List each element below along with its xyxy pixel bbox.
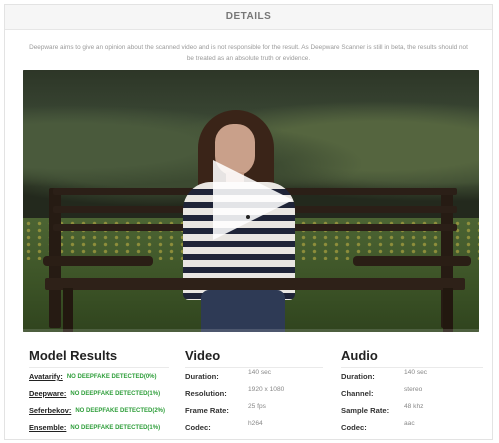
info-label: Frame Rate:	[185, 406, 229, 415]
video-progress-bar[interactable]	[23, 329, 479, 332]
play-icon[interactable]	[213, 160, 293, 240]
disclaimer-text: Deepware aims to give an opinion about t…	[29, 44, 468, 62]
model-results-column: Model Results Avatarify: NO DEEPFAKE DETE…	[29, 348, 169, 436]
video-player[interactable]	[23, 70, 479, 332]
play-cursor	[246, 215, 250, 219]
bench-leg	[443, 288, 453, 332]
info-label: Resolution:	[185, 389, 227, 398]
video-info-column: Video Duration: 140 sec Resolution: 1920 x …	[185, 348, 323, 436]
audio-info-column: Audio Duration: 140 sec Channel: stereo Samp…	[341, 348, 483, 436]
deepfake-status-badge: NO DEEPFAKE DETECTED(2%)	[75, 407, 165, 414]
deepfake-status-badge: NO DEEPFAKE DETECTED(1%)	[70, 424, 161, 431]
info-label: Duration:	[185, 372, 219, 381]
info-label: Codec:	[341, 423, 367, 432]
video-info-row: Resolution: 1920 x 1080	[185, 385, 323, 402]
details-header: DETAILS	[5, 5, 492, 30]
bench-seat	[45, 278, 465, 290]
model-name-link[interactable]: Avatarify:	[29, 372, 63, 381]
video-info-row: Codec: h264	[185, 419, 323, 436]
deepfake-status-badge: NO DEEPFAKE DETECTED(0%)	[66, 373, 157, 380]
details-panel: DETAILS Deepware aims to give an opinion…	[4, 4, 493, 440]
info-label: Channel:	[341, 389, 374, 398]
info-value: h264	[248, 420, 263, 427]
info-value: 140 sec	[404, 369, 428, 376]
model-name-link[interactable]: Ensemble:	[29, 423, 66, 432]
audio-info-row: Codec: aac	[341, 419, 483, 436]
model-result-row: Ensemble: NO DEEPFAKE DETECTED(1%)	[29, 419, 169, 436]
model-result-row: Avatarify: NO DEEPFAKE DETECTED(0%)	[29, 368, 169, 385]
info-value: 25 fps	[248, 403, 266, 410]
video-info-row: Frame Rate: 25 fps	[185, 402, 323, 419]
info-label: Duration:	[341, 372, 375, 381]
info-value: 48 khz	[404, 403, 424, 410]
info-value: stereo	[404, 386, 423, 393]
model-result-row: Seferbekov: NO DEEPFAKE DETECTED(2%)	[29, 402, 169, 419]
bench-arm-left	[43, 256, 153, 266]
video-info-title: Video	[185, 348, 323, 368]
audio-info-row: Duration: 140 sec	[341, 368, 483, 385]
bench-arm-right	[353, 256, 471, 266]
info-label: Sample Rate:	[341, 406, 390, 415]
info-value: 1920 x 1080	[248, 386, 285, 393]
model-results-title: Model Results	[29, 348, 169, 368]
audio-info-row: Channel: stereo	[341, 385, 483, 402]
audio-info-row: Sample Rate: 48 khz	[341, 402, 483, 419]
audio-info-title: Audio	[341, 348, 483, 368]
deepfake-status-badge: NO DEEPFAKE DETECTED(1%)	[70, 390, 161, 397]
info-value: aac	[404, 420, 415, 427]
info-label: Codec:	[185, 423, 211, 432]
info-value: 140 sec	[248, 369, 272, 376]
model-result-row: Deepware: NO DEEPFAKE DETECTED(1%)	[29, 385, 169, 402]
model-name-link[interactable]: Deepware:	[29, 389, 66, 398]
video-info-row: Duration: 140 sec	[185, 368, 323, 385]
bench-leg	[63, 288, 73, 332]
results-section: Model Results Avatarify: NO DEEPFAKE DETE…	[23, 348, 483, 440]
model-name-link[interactable]: Seferbekov:	[29, 406, 71, 415]
